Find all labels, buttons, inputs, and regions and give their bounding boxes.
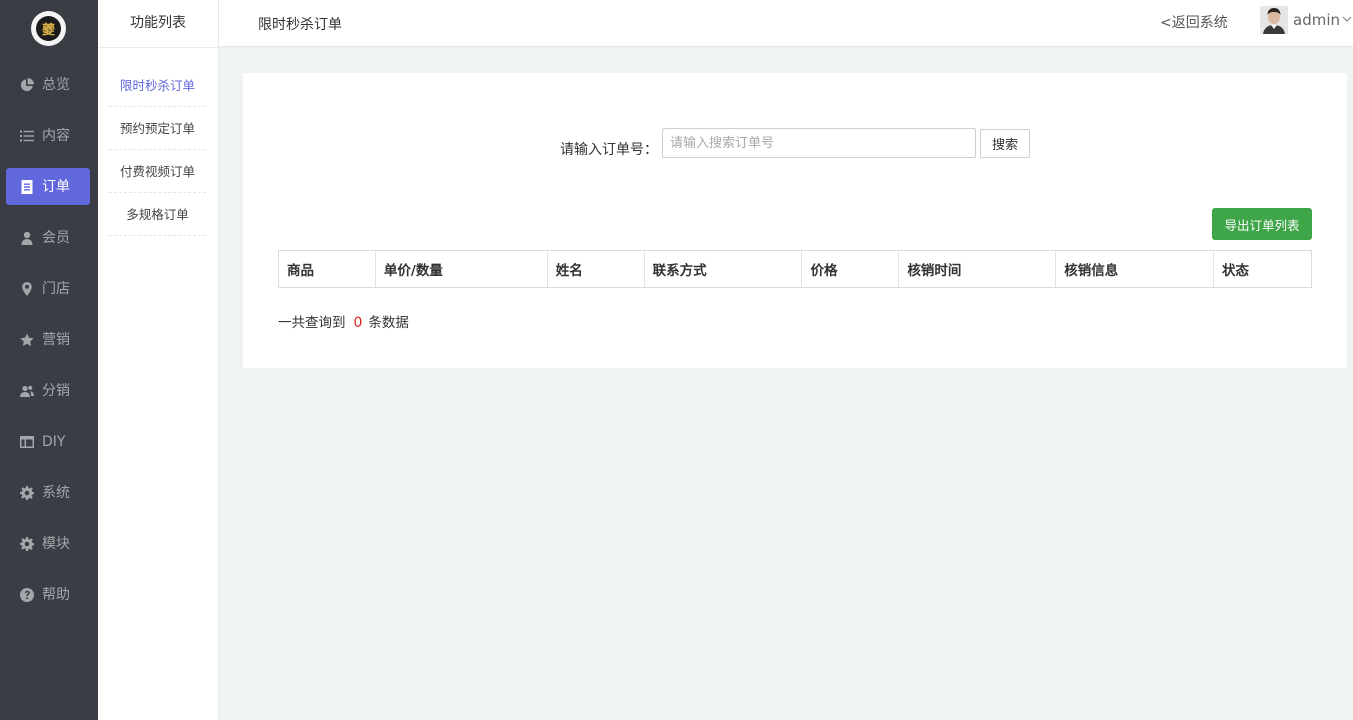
page-title: 限时秒杀订单: [258, 17, 342, 33]
export-order-list-button[interactable]: 导出订单列表: [1212, 208, 1312, 240]
column-header-name: 姓名: [547, 250, 645, 288]
sidebar-item-label: 系统: [42, 484, 70, 501]
sidebar-item-label: 内容: [42, 127, 70, 144]
sidebar-item-help[interactable]: 帮助: [6, 576, 90, 613]
order-number-label: 请输入订单号：: [560, 142, 658, 158]
column-header-price: 价格: [801, 250, 900, 288]
search-button[interactable]: 搜索: [980, 129, 1030, 158]
sidebar-item-label: 帮助: [42, 586, 70, 603]
sidebar-item-label: 营销: [42, 331, 70, 348]
user-icon: [20, 231, 34, 245]
order-table: 商品 单价/数量 姓名 联系方式 价格 核销时间 核销信息 状态: [278, 250, 1312, 288]
gear-icon: [20, 536, 34, 551]
sidebar-item-label: 会员: [42, 229, 70, 246]
subnav-item-reservation-orders[interactable]: 预约预定订单: [109, 107, 206, 150]
sidebar-item-label: 门店: [42, 280, 70, 297]
column-header-contact: 联系方式: [644, 250, 803, 288]
subnav-item-flash-sale-orders[interactable]: 限时秒杀订单: [109, 64, 206, 107]
help-icon: [20, 587, 34, 602]
column-header-status: 状态: [1213, 250, 1312, 288]
sidebar-item-system[interactable]: 系统: [6, 474, 90, 511]
column-header-verify-time: 核销时间: [898, 250, 1057, 288]
sidebar-item-distribution[interactable]: 分销: [6, 372, 90, 409]
layout-icon: [20, 435, 34, 449]
sidebar-item-label: 总览: [42, 76, 70, 93]
sidebar-item-label: 模块: [42, 535, 70, 552]
logo-mark: 夔: [36, 16, 61, 41]
sidebar-item-label: 订单: [42, 178, 70, 195]
subnav-item-multi-spec-orders[interactable]: 多规格订单: [109, 193, 206, 236]
sidebar-item-content[interactable]: 内容: [6, 117, 90, 154]
sidebar-item-overview[interactable]: 总览: [6, 66, 90, 103]
function-list: 限时秒杀订单 预约预定订单 付费视频订单 多规格订单: [98, 48, 218, 236]
avatar[interactable]: [1260, 6, 1288, 34]
function-list-panel: 功能列表 限时秒杀订单 预约预定订单 付费视频订单 多规格订单: [98, 0, 219, 720]
order-search-input[interactable]: [662, 128, 976, 158]
subnav-item-paid-video-orders[interactable]: 付费视频订单: [109, 150, 206, 193]
order-panel: 请输入订单号： 搜索 导出订单列表 商品 单价/数量 姓名 联系方式 价格 核销…: [243, 73, 1347, 368]
sidebar-item-label: DIY: [42, 433, 66, 450]
main-sidebar: 夔 总览 内容 订单 会员 门店 营销 分销 DIY 系统 模块 帮助: [0, 0, 98, 720]
result-count: 0: [353, 315, 363, 331]
pie-chart-icon: [20, 77, 34, 92]
users-icon: [20, 384, 34, 398]
sidebar-item-marketing[interactable]: 营销: [6, 321, 90, 358]
user-name[interactable]: admin: [1293, 11, 1340, 29]
app-logo[interactable]: 夔: [31, 11, 66, 46]
gear-icon: [20, 485, 34, 500]
list-icon: [20, 129, 34, 143]
function-list-title: 功能列表: [98, 0, 218, 48]
star-icon: [20, 333, 34, 347]
table-header-row: 商品 单价/数量 姓名 联系方式 价格 核销时间 核销信息 状态: [278, 250, 1312, 288]
result-prefix: 一共查询到: [278, 315, 346, 331]
result-summary: 一共查询到 0 条数据: [278, 311, 409, 331]
column-header-unit-price-quantity: 单价/数量: [375, 250, 548, 288]
document-icon: [20, 179, 34, 194]
sidebar-item-modules[interactable]: 模块: [6, 525, 90, 562]
column-header-product: 商品: [278, 250, 376, 288]
sidebar-item-diy[interactable]: DIY: [6, 423, 90, 460]
sidebar-item-members[interactable]: 会员: [6, 219, 90, 256]
sidebar-item-label: 分销: [42, 382, 70, 399]
map-pin-icon: [20, 281, 34, 296]
result-suffix: 条数据: [368, 315, 409, 331]
sidebar-item-orders[interactable]: 订单: [6, 168, 90, 205]
top-bar: 限时秒杀订单 <返回系统 admin: [219, 0, 1353, 47]
chevron-down-icon[interactable]: [1342, 14, 1352, 24]
back-to-system-link[interactable]: <返回系统: [1160, 12, 1228, 32]
column-header-verify-info: 核销信息: [1055, 250, 1215, 288]
sidebar-item-stores[interactable]: 门店: [6, 270, 90, 307]
